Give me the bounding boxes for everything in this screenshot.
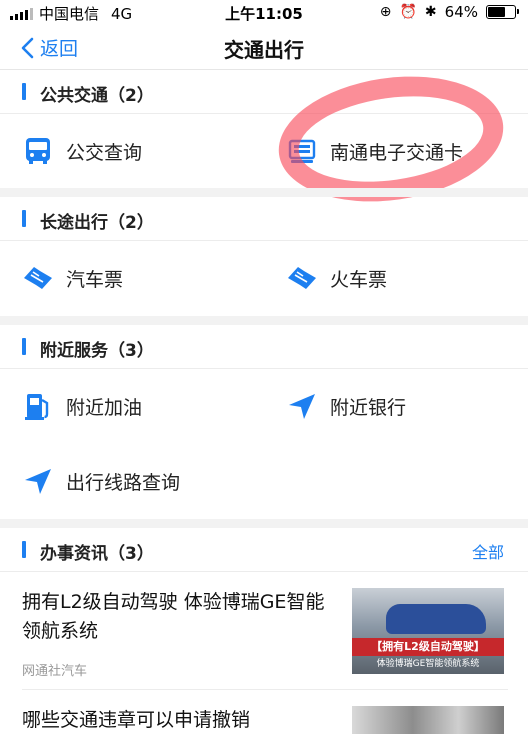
section-header-long-distance: 长途出行（2） — [0, 197, 528, 241]
section-marker — [22, 338, 26, 355]
news-thumbnail — [352, 706, 504, 734]
page-title: 交通出行 — [224, 38, 304, 62]
thumbnail-caption: 体验博瑞GE智能领航系统 — [376, 659, 480, 669]
status-bar: 中国电信 4G 上午11:05 ⊕ ⏰ ✱ 64% — [0, 0, 528, 24]
view-all-link[interactable]: 全部 — [472, 539, 504, 563]
service-item-train-ticket[interactable]: 火车票 — [286, 262, 387, 294]
list-divider — [22, 689, 508, 690]
news-title: 拥有L2级自动驾驶 体验博瑞GE智能领航系统 — [22, 591, 325, 642]
ticket-icon — [22, 262, 54, 294]
service-item-label: 火车票 — [330, 268, 388, 291]
bus-icon — [22, 135, 54, 167]
section-header-nearby-services: 附近服务（3） — [0, 325, 528, 369]
service-item-bus-ticket[interactable]: 汽车票 — [22, 262, 123, 294]
location-arrow-icon — [286, 390, 318, 422]
section-title: 附近服务（3） — [40, 341, 154, 361]
service-item-label: 出行线路查询 — [66, 471, 181, 494]
service-item-nearby-bank[interactable]: 附近银行 — [286, 390, 406, 422]
section-title: 长途出行（2） — [40, 213, 154, 233]
thumbnail-banner: 【拥有L2级自动驾驶】 — [352, 638, 504, 656]
section-title: 办事资讯（3） — [40, 544, 154, 564]
battery-percent: 64% — [444, 3, 478, 21]
section-divider — [0, 188, 528, 197]
news-thumbnail: 【拥有L2级自动驾驶】 体验博瑞GE智能领航系统 — [352, 588, 504, 674]
ticket-icon — [286, 262, 318, 294]
car-image — [386, 604, 486, 634]
service-item-label: 附近加油 — [66, 396, 143, 419]
nav-bar: 返回 交通出行 — [0, 24, 528, 70]
orientation-lock-icon: ⊕ — [379, 4, 392, 20]
alarm-icon: ⏰ — [399, 4, 417, 20]
section-marker — [22, 83, 26, 100]
section-divider — [0, 519, 528, 528]
location-arrow-icon — [22, 465, 54, 497]
service-item-label: 附近银行 — [330, 396, 407, 419]
service-item-label: 公交查询 — [66, 141, 143, 164]
news-item[interactable]: 拥有L2级自动驾驶 体验博瑞GE智能领航系统 网通社汽车 【拥有L2级自动驾驶】… — [22, 588, 508, 679]
news-title: 哪些交通违章可以申请撤销 — [22, 709, 251, 731]
service-item-label: 汽车票 — [66, 268, 124, 291]
service-item-nearby-fuel[interactable]: 附近加油 — [22, 390, 142, 422]
section-marker — [22, 541, 26, 558]
service-item-route-query[interactable]: 出行线路查询 — [22, 465, 180, 497]
bluetooth-icon: ✱ — [424, 4, 437, 20]
fuel-pump-icon — [22, 390, 54, 422]
section-title: 公共交通（2） — [40, 86, 154, 106]
section-divider — [0, 316, 528, 325]
section-header-news: 办事资讯（3） 全部 — [0, 528, 528, 572]
section-marker — [22, 210, 26, 227]
service-item-bus-query[interactable]: 公交查询 — [22, 135, 142, 167]
battery-icon — [486, 5, 519, 19]
